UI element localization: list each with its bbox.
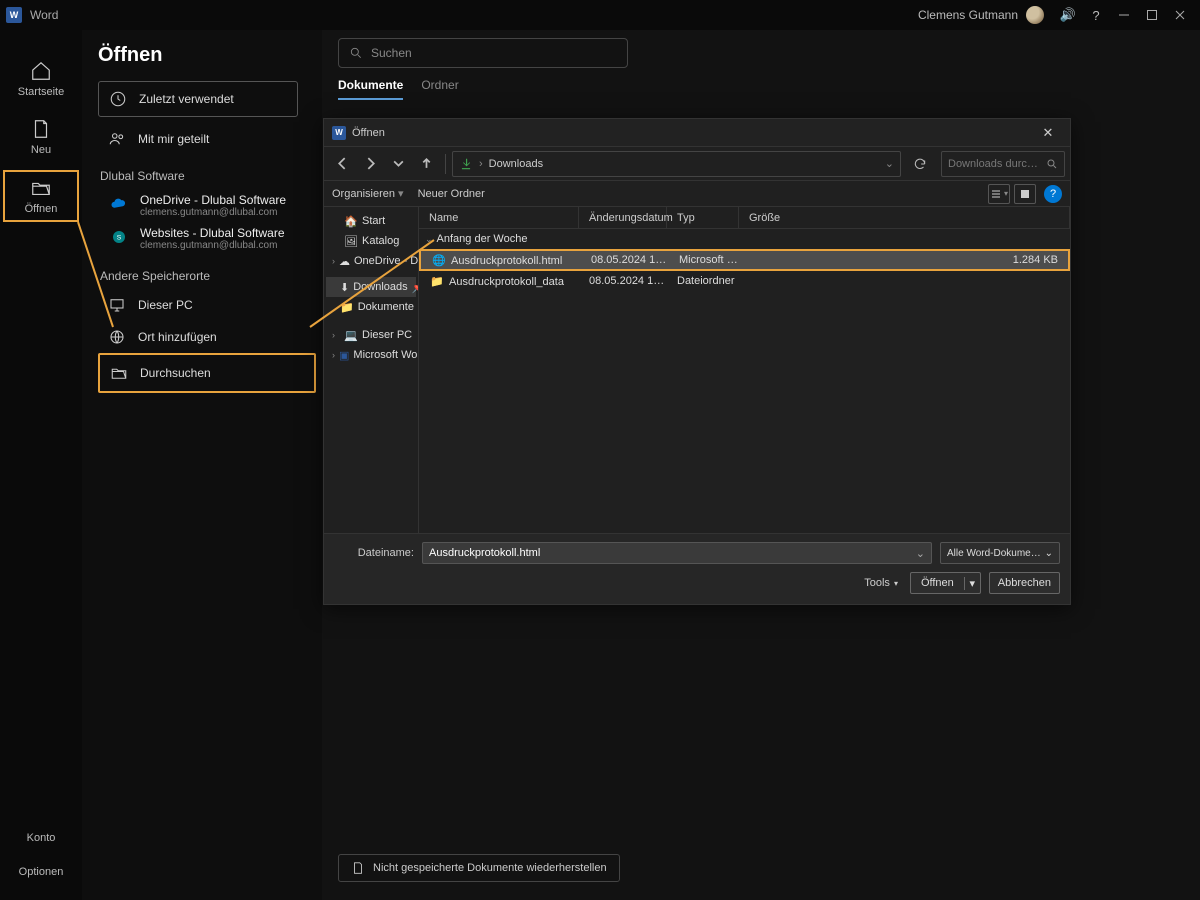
filename-label: Dateiname: (334, 547, 414, 559)
download-icon (459, 157, 473, 171)
dialog-titlebar: W Öffnen ✕ (324, 119, 1070, 147)
source-shared[interactable]: Mit mir geteilt (98, 123, 312, 155)
document-icon (30, 118, 52, 140)
recover-unsaved-button[interactable]: Nicht gespeicherte Dokumente wiederherst… (338, 854, 620, 882)
nav-new[interactable]: Neu (5, 112, 77, 162)
folder-icon: 📁 (429, 275, 445, 288)
view-list-button[interactable]: ▾ (988, 184, 1010, 204)
dialog-title: Öffnen (352, 127, 385, 139)
help-icon[interactable]: ? (1044, 185, 1062, 203)
source-recent[interactable]: Zuletzt verwendet (98, 81, 298, 117)
folder-open-icon (30, 177, 52, 199)
app-name: Word (30, 8, 58, 22)
word-icon: W (332, 126, 346, 140)
source-browse[interactable]: Durchsuchen (98, 353, 316, 393)
clock-icon (109, 90, 127, 108)
refresh-button[interactable] (907, 151, 933, 177)
col-type[interactable]: Typ (667, 207, 739, 228)
cancel-button[interactable]: Abbrechen (989, 572, 1060, 594)
sharepoint-icon: S (110, 228, 128, 246)
nav-open[interactable]: Öffnen (3, 170, 79, 222)
tools-menu[interactable]: Tools▾ (864, 577, 898, 589)
nav-account[interactable]: Konto (27, 824, 56, 852)
tab-documents[interactable]: Dokumente (338, 78, 403, 100)
close-button[interactable] (1166, 1, 1194, 29)
col-size[interactable]: Größe (739, 207, 1070, 228)
user-name[interactable]: Clemens Gutmann (918, 8, 1018, 22)
nav-up-button[interactable] (413, 151, 439, 177)
help-button[interactable]: ? (1082, 1, 1110, 29)
source-sites[interactable]: S Websites - Dlubal Softwareclemens.gutm… (98, 222, 312, 255)
new-folder-button[interactable]: Neuer Ordner (418, 188, 485, 200)
view-details-button[interactable] (1014, 184, 1036, 204)
tree-thispc[interactable]: ›💻Dieser PC (326, 325, 416, 345)
home-icon (30, 60, 52, 82)
minimize-button[interactable] (1110, 1, 1138, 29)
left-nav: Startseite Neu Öffnen Konto Optionen (0, 30, 82, 900)
file-open-dialog: W Öffnen ✕ › Downloads ⌄ Downloads durch… (323, 118, 1071, 605)
tree-start[interactable]: 🏠Start (326, 211, 416, 231)
source-onedrive[interactable]: OneDrive - Dlubal Softwareclemens.gutman… (98, 189, 312, 222)
open-button[interactable]: Öffnen▾ (910, 572, 981, 594)
file-list: Name Änderungsdatum Typ Größe ⌄Anfang de… (419, 207, 1070, 533)
open-sources-panel: Öffnen Zuletzt verwendet Mit mir geteilt… (82, 30, 322, 900)
file-row[interactable]: 📁Ausdruckprotokoll_data 08.05.2024 16:31… (419, 271, 1070, 291)
tree-downloads[interactable]: ⬇Downloads📌 (326, 277, 416, 297)
pc-icon (108, 296, 126, 314)
nav-options[interactable]: Optionen (19, 858, 64, 886)
other-label: Andere Speicherorte (100, 269, 312, 283)
mic-icon[interactable]: 🔊 (1054, 1, 1082, 29)
dialog-search-input[interactable]: Downloads durchsuchen (941, 151, 1065, 177)
html-file-icon: 🌐 (431, 254, 447, 267)
tabs: Dokumente Ordner (338, 78, 1190, 100)
page-title: Öffnen (98, 44, 312, 67)
people-icon (108, 130, 126, 148)
cloud-icon (110, 195, 128, 213)
search-icon (1046, 158, 1058, 170)
search-input[interactable]: Suchen (338, 38, 628, 68)
app-icon: W (6, 7, 22, 23)
filetype-select[interactable]: Alle Word-Dokumente (*.docx;⌄ (940, 542, 1060, 564)
maximize-button[interactable] (1138, 1, 1166, 29)
tab-folders[interactable]: Ordner (421, 78, 458, 100)
file-group[interactable]: ⌄Anfang der Woche (419, 229, 1070, 249)
dialog-footer: Dateiname: Ausdruckprotokoll.html⌄ Alle … (324, 533, 1070, 604)
title-bar: W Word Clemens Gutmann 🔊 ? (0, 0, 1200, 30)
search-icon (349, 46, 363, 60)
group-label: Dlubal Software (100, 169, 312, 183)
nav-home[interactable]: Startseite (5, 54, 77, 104)
nav-back-button[interactable] (329, 151, 355, 177)
tree-dokumente[interactable]: 📁Dokumente📌 (326, 297, 416, 317)
folder-open-icon (110, 364, 128, 382)
tree-word[interactable]: ›▣Microsoft Word (326, 345, 416, 365)
dialog-command-bar: Organisieren ▾ Neuer Ordner ▾ ? (324, 181, 1070, 207)
folder-tree: 🏠Start 🖼Katalog ›☁OneDrive - Dlubal… ⬇Do… (324, 207, 419, 533)
globe-plus-icon (108, 328, 126, 346)
file-list-header[interactable]: Name Änderungsdatum Typ Größe (419, 207, 1070, 229)
dialog-close-button[interactable]: ✕ (1034, 123, 1062, 143)
organize-menu[interactable]: Organisieren ▾ (332, 187, 404, 200)
nav-recent-button[interactable] (385, 151, 411, 177)
file-row[interactable]: 🌐Ausdruckprotokoll.html 08.05.2024 15:45… (419, 249, 1070, 271)
document-icon (351, 861, 365, 875)
breadcrumb[interactable]: › Downloads ⌄ (452, 151, 901, 177)
source-thispc[interactable]: Dieser PC (98, 289, 312, 321)
filename-input[interactable]: Ausdruckprotokoll.html⌄ (422, 542, 932, 564)
tree-katalog[interactable]: 🖼Katalog (326, 231, 416, 251)
col-date[interactable]: Änderungsdatum (579, 207, 667, 228)
tree-onedrive[interactable]: ›☁OneDrive - Dlubal… (326, 251, 416, 271)
svg-text:S: S (117, 234, 122, 241)
source-addplace[interactable]: Ort hinzufügen (98, 321, 312, 353)
nav-forward-button[interactable] (357, 151, 383, 177)
dialog-nav: › Downloads ⌄ Downloads durchsuchen (324, 147, 1070, 181)
col-name[interactable]: Name (419, 207, 579, 228)
avatar[interactable] (1026, 6, 1044, 24)
